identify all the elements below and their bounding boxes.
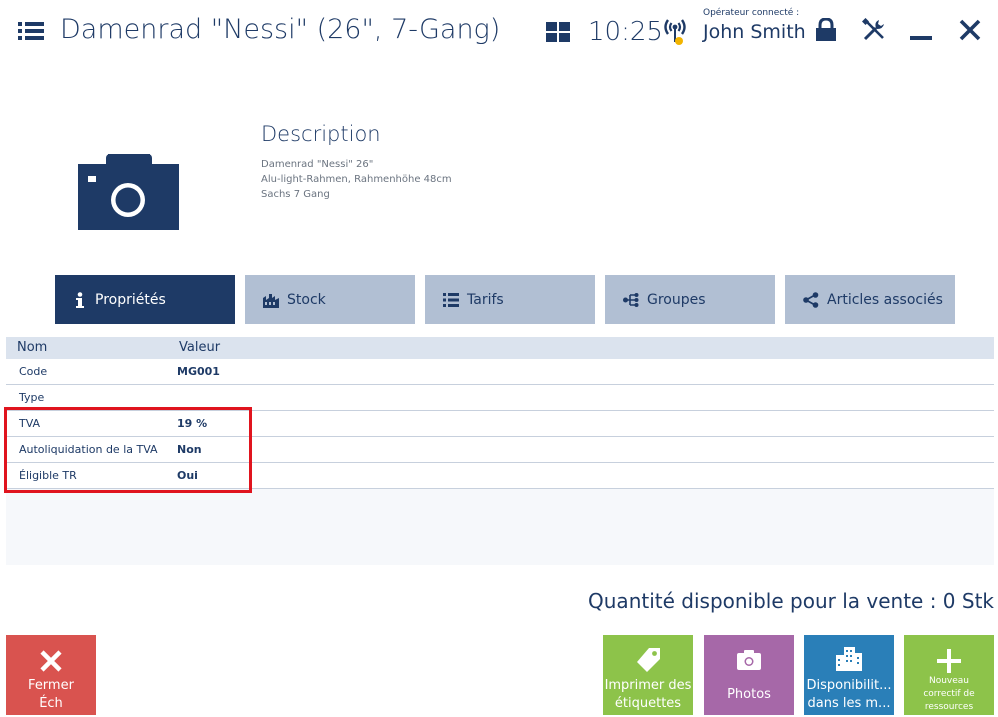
description-line: Sachs 7 Gang (261, 189, 330, 200)
buildings-icon (836, 647, 862, 671)
camera-icon (78, 154, 179, 230)
column-header-valeur[interactable]: Valeur (179, 340, 220, 355)
button-label: Imprimer des (604, 678, 692, 693)
plus-icon (937, 649, 961, 673)
button-label: Nouveau (928, 676, 970, 686)
highlight-box (4, 407, 252, 493)
minimize-icon[interactable] (910, 18, 932, 42)
close-icon (40, 650, 62, 672)
cell-value: MG001 (177, 365, 220, 378)
button-label: étiquettes (614, 696, 682, 711)
button-label: correctif de (923, 689, 975, 699)
tab-label: Propriétés (95, 291, 166, 308)
table-row[interactable]: Code MG001 (6, 359, 994, 385)
button-label: Photos (727, 687, 771, 702)
operator-label: Opérateur connecté : (703, 8, 800, 18)
photos-button[interactable]: Photos (704, 635, 794, 715)
grid-header: Nom Valeur (6, 337, 994, 359)
info-icon (76, 291, 84, 308)
tab-label: Articles associés (827, 291, 943, 308)
button-label: dans les m... (807, 696, 891, 711)
new-resource-correction-button[interactable]: Nouveau correctif de ressources (904, 635, 994, 715)
operator-name: John Smith (703, 21, 806, 43)
tiles-icon[interactable] (546, 22, 570, 42)
tab-properties[interactable]: Propriétés (55, 275, 235, 324)
tab-tarifs[interactable]: Tarifs (425, 275, 595, 324)
available-quantity: Quantité disponible pour la vente : 0 St… (588, 589, 994, 613)
description-title: Description (261, 122, 381, 146)
cell-name: Code (19, 365, 48, 378)
button-label: Éch (39, 696, 63, 711)
close-document-button[interactable]: Fermer Éch (6, 635, 96, 715)
close-icon[interactable] (958, 18, 982, 42)
tag-icon (637, 648, 660, 672)
clock: 10:25 (588, 17, 663, 47)
tab-label: Groupes (647, 291, 706, 308)
signal-icon (664, 19, 686, 45)
app-header: Damenrad "Nessi" (26", 7-Gang) 10:25 Opé… (0, 0, 998, 64)
tab-stock[interactable]: Stock (245, 275, 415, 324)
list-icon (443, 292, 459, 307)
lock-icon[interactable] (815, 18, 837, 42)
column-header-nom[interactable]: Nom (17, 340, 47, 355)
camera-icon (737, 650, 761, 670)
description-line: Damenrad "Nessi" 26" (261, 159, 374, 170)
tab-label: Tarifs (467, 291, 504, 308)
warehouse-icon (263, 293, 279, 308)
description-line: Alu-light-Rahmen, Rahmenhöhe 48cm (261, 174, 452, 185)
availability-button[interactable]: Disponibilit... dans les m... (804, 635, 894, 715)
tab-articles-associes[interactable]: Articles associés (785, 275, 955, 324)
menu-icon[interactable] (18, 20, 44, 42)
page-title: Damenrad "Nessi" (26", 7-Gang) (60, 14, 501, 45)
button-label: Fermer (28, 678, 74, 693)
button-label: ressources (924, 702, 974, 712)
tools-icon[interactable] (862, 18, 886, 42)
share-icon (803, 291, 819, 308)
tree-icon (623, 292, 639, 307)
tab-label: Stock (287, 291, 326, 308)
cell-name: Type (19, 391, 45, 404)
tab-groupes[interactable]: Groupes (605, 275, 775, 324)
button-label: Disponibilit... (806, 678, 892, 693)
print-labels-button[interactable]: Imprimer des étiquettes (603, 635, 693, 715)
